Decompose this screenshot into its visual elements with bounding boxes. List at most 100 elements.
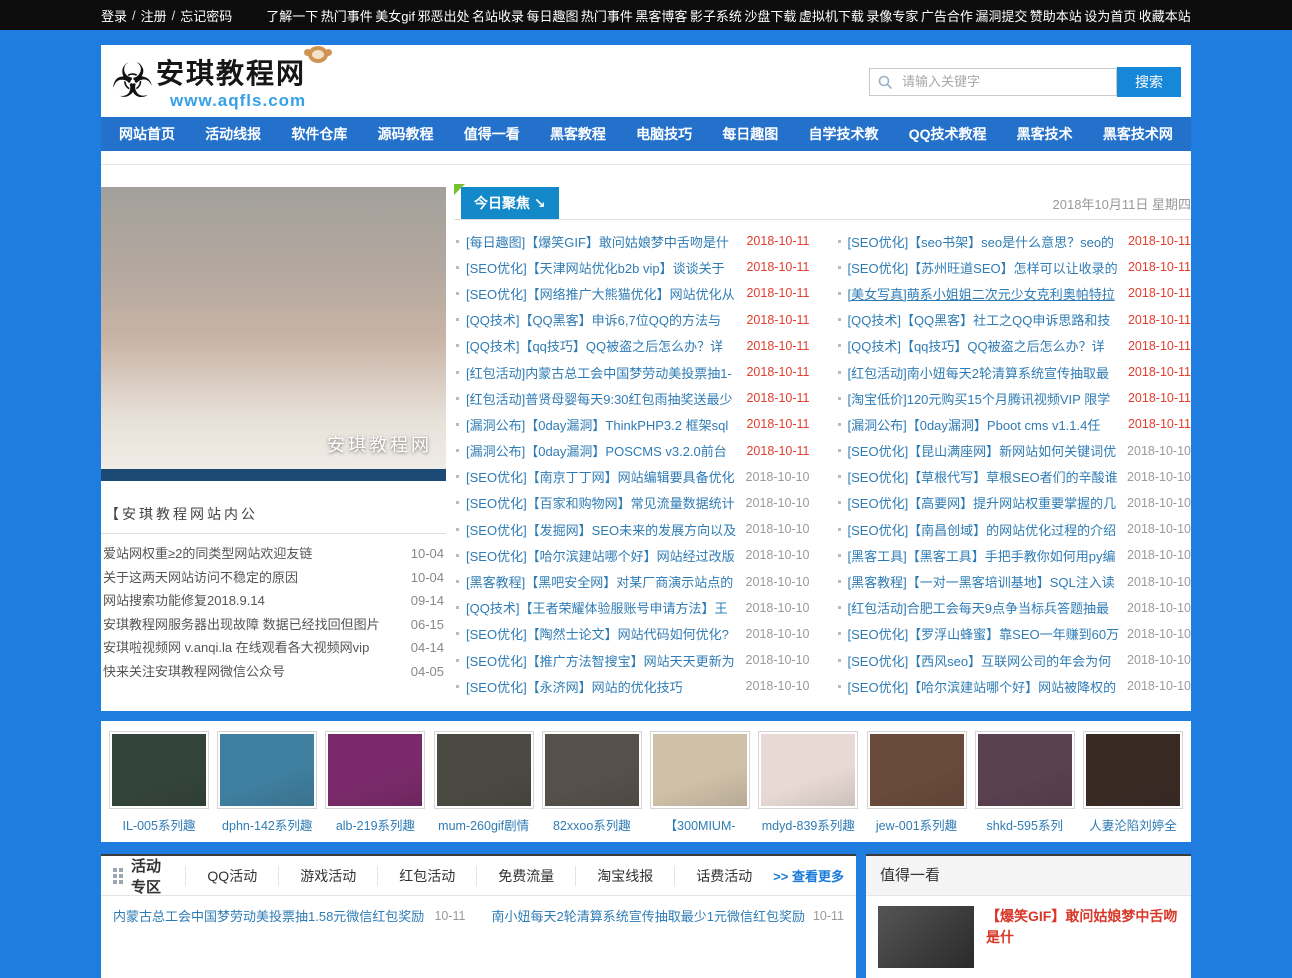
topbar-link[interactable]: 赞助本站 [1030, 6, 1082, 25]
nav-item[interactable]: QQ技术教程 [909, 124, 987, 144]
news-link[interactable]: [QQ技术]【QQ黑客】申诉6,7位QQ的方法与 [466, 310, 740, 329]
nav-item[interactable]: 值得一看 [464, 124, 520, 144]
gallery-item[interactable]: mum-260gif剧情 [434, 731, 534, 834]
gallery-item[interactable]: 82xxoo系列趣 [542, 731, 642, 834]
news-link[interactable]: [QQ技术]【qq技巧】QQ被盗之后怎么办？详 [466, 336, 740, 355]
auth-link[interactable]: 注册 [141, 6, 167, 25]
gallery-caption[interactable]: 【300MIUM- [650, 815, 750, 834]
gallery-item[interactable]: jew-001系列趣 [867, 731, 967, 834]
topbar-link[interactable]: 漏洞提交 [975, 6, 1027, 25]
nav-item[interactable]: 源码教程 [378, 124, 434, 144]
site-logo[interactable]: ☣ 安琪教程网 www.aqfls.com [111, 52, 328, 111]
topbar-link[interactable]: 名站收录 [472, 6, 524, 25]
gallery-caption[interactable]: dphn-142系列趣 [217, 815, 317, 834]
news-link[interactable]: [红包活动]普贤母婴每天9:30红包雨抽奖送最少 [466, 389, 740, 408]
hero-slideshow[interactable]: 安琪教程网 [101, 187, 446, 481]
activity-link[interactable]: 南小妞每天2轮清算系统宣传抽取最少1元微信红包奖励 [492, 904, 807, 929]
notice-link[interactable]: 爱站网权重≥2的同类型网站欢迎友链 [103, 542, 403, 566]
worth-thumbnail[interactable] [878, 906, 974, 968]
gallery-item[interactable]: alb-219系列趣 [325, 731, 425, 834]
news-link[interactable]: [QQ技术]【王者荣耀体验服账号申请方法】王 [466, 598, 740, 617]
focus-badge[interactable]: 今日聚焦 ↘ [461, 187, 559, 219]
topbar-link[interactable]: 设为首页 [1084, 6, 1136, 25]
notice-link[interactable]: 安琪啦视频网 v.anqi.la 在线观看各大视频网vip [103, 636, 403, 660]
nav-item[interactable]: 自学技术教 [809, 124, 879, 144]
gallery-caption[interactable]: alb-219系列趣 [325, 815, 425, 834]
gallery-item[interactable]: shkd-595系列 [975, 731, 1075, 834]
news-link[interactable]: [每日趣图]【爆笑GIF】敢问姑娘梦中舌吻是什 [466, 232, 740, 251]
auth-link[interactable]: 忘记密码 [180, 6, 232, 25]
gallery-caption[interactable]: jew-001系列趣 [867, 815, 967, 834]
news-link[interactable]: [SEO优化]【南昌创域】的网站优化过程的介绍 [848, 520, 1122, 539]
topbar-link[interactable]: 录像专家 [866, 6, 918, 25]
news-link[interactable]: [SEO优化]【发掘网】SEO未来的发展方向以及 [466, 520, 740, 539]
news-link[interactable]: [SEO优化]【苏州旺道SEO】怎样可以让收录的 [848, 258, 1122, 277]
activity-tab[interactable]: 话费活动 [674, 866, 773, 886]
topbar-link[interactable]: 广告合作 [921, 6, 973, 25]
gallery-item[interactable]: IL-005系列趣 [109, 731, 209, 834]
news-link[interactable]: [SEO优化]【高要网】提升网站权重要掌握的几 [848, 493, 1122, 512]
activity-tab[interactable]: 红包活动 [377, 866, 476, 886]
news-link[interactable]: [QQ技术]【qq技巧】QQ被盗之后怎么办？详 [848, 336, 1122, 355]
worth-item-link[interactable]: 【爆笑GIF】敢问姑娘梦中舌吻是什 [986, 906, 1179, 948]
news-link[interactable]: [红包活动]内蒙古总工会中国梦劳动美投票抽1- [466, 363, 740, 382]
nav-item[interactable]: 网站首页 [119, 124, 175, 144]
news-link[interactable]: [SEO优化]【陶然士论文】网站代码如何优化? [466, 624, 740, 643]
news-link[interactable]: [SEO优化]【seo书架】seo是什么意思？seo的 [848, 232, 1122, 251]
topbar-link[interactable]: 美女gif [375, 6, 415, 25]
topbar-link[interactable]: 每日趣图 [526, 6, 578, 25]
news-link[interactable]: [SEO优化]【天津网站优化b2b vip】谈谈关于 [466, 258, 740, 277]
notice-link[interactable]: 关于这两天网站访问不稳定的原因 [103, 566, 403, 590]
news-link[interactable]: [SEO优化]【哈尔滨建站哪个好】网站经过改版 [466, 546, 740, 565]
news-link[interactable]: [黑客教程]【一对一黑客培训基地】SQL注入读 [848, 572, 1122, 591]
news-link[interactable]: [SEO优化]【网络推广大熊猫优化】网站优化从 [466, 284, 740, 303]
news-link[interactable]: [SEO优化]【草根代写】草根SEO者们的辛酸谁 [848, 467, 1122, 486]
news-link[interactable]: [漏洞公布]【0day漏洞】ThinkPHP3.2 框架sql [466, 415, 740, 434]
activity-tab[interactable]: 免费流量 [476, 866, 575, 886]
gallery-caption[interactable]: 人妻沦陷刘婷全 [1083, 815, 1183, 834]
gallery-item[interactable]: dphn-142系列趣 [217, 731, 317, 834]
notice-link[interactable]: 安琪教程网服务器出现故障 数据已经找回但图片 [103, 613, 403, 637]
activity-link[interactable]: 内蒙古总工会中国梦劳动美投票抽1.58元微信红包奖励 [113, 904, 428, 929]
gallery-caption[interactable]: 82xxoo系列趣 [542, 815, 642, 834]
news-link[interactable]: [红包活动]合肥工会每天9点争当标兵答题抽最 [848, 598, 1122, 617]
news-link[interactable]: [SEO优化]【百家和购物网】常见流量数据统计 [466, 493, 740, 512]
activity-tab[interactable]: 淘宝线报 [575, 866, 674, 886]
gallery-item[interactable]: mdyd-839系列趣 [758, 731, 858, 834]
news-link[interactable]: [SEO优化]【推广方法智搜宝】网站天天更新为 [466, 651, 740, 670]
news-link[interactable]: [黑客教程]【黑吧安全网】对某厂商演示站点的 [466, 572, 740, 591]
topbar-link[interactable]: 邪恶出处 [417, 6, 469, 25]
topbar-link[interactable]: 黑客博客 [635, 6, 687, 25]
gallery-item[interactable]: 人妻沦陷刘婷全 [1083, 731, 1183, 834]
news-link[interactable]: [美女写真]萌系小姐姐二次元少女克利奥帕特拉 [848, 284, 1122, 303]
gallery-caption[interactable]: IL-005系列趣 [109, 815, 209, 834]
topbar-link[interactable]: 虚拟机下载 [799, 6, 864, 25]
search-button[interactable]: 搜索 [1117, 67, 1181, 97]
notice-link[interactable]: 快来关注安琪教程网微信公众号 [103, 660, 403, 684]
gallery-caption[interactable]: shkd-595系列 [975, 815, 1075, 834]
news-link[interactable]: [SEO优化]【南京丁丁网】网站编辑要具备优化 [466, 467, 740, 486]
auth-link[interactable]: 登录 [101, 6, 127, 25]
gallery-item[interactable]: 【300MIUM- [650, 731, 750, 834]
nav-item[interactable]: 每日趣图 [722, 124, 778, 144]
topbar-link[interactable]: 影子系统 [690, 6, 742, 25]
news-link[interactable]: [红包活动]南小妞每天2轮清算系统宣传抽取最 [848, 363, 1122, 382]
topbar-link[interactable]: 沙盘下载 [744, 6, 796, 25]
topbar-link[interactable]: 热门事件 [581, 6, 633, 25]
news-link[interactable]: [QQ技术]【QQ黑客】社工之QQ申诉思路和技 [848, 310, 1122, 329]
news-link[interactable]: [SEO优化]【哈尔滨建站哪个好】网站被降权的 [848, 677, 1122, 696]
view-more-link[interactable]: >> 查看更多 [773, 866, 844, 885]
gallery-caption[interactable]: mdyd-839系列趣 [758, 815, 858, 834]
activity-tab[interactable]: QQ活动 [185, 866, 278, 886]
news-link[interactable]: [漏洞公布]【0day漏洞】Pboot cms v1.1.4任 [848, 415, 1122, 434]
news-link[interactable]: [黑客工具]【黑客工具】手把手教你如何用py编 [848, 546, 1122, 565]
topbar-link[interactable]: 热门事件 [321, 6, 373, 25]
gallery-caption[interactable]: mum-260gif剧情 [434, 815, 534, 834]
topbar-link[interactable]: 收藏本站 [1139, 6, 1191, 25]
activity-tab[interactable]: 游戏活动 [278, 866, 377, 886]
notice-link[interactable]: 网站搜索功能修复2018.9.14 [103, 589, 403, 613]
news-link[interactable]: [SEO优化]【罗浮山蜂蜜】靠SEO一年赚到60万 [848, 624, 1122, 643]
topbar-link[interactable]: 了解一下 [266, 6, 318, 25]
news-link[interactable]: [淘宝低价]120元购买15个月腾讯视频VIP 限学 [848, 389, 1122, 408]
nav-item[interactable]: 黑客技术网 [1103, 124, 1173, 144]
